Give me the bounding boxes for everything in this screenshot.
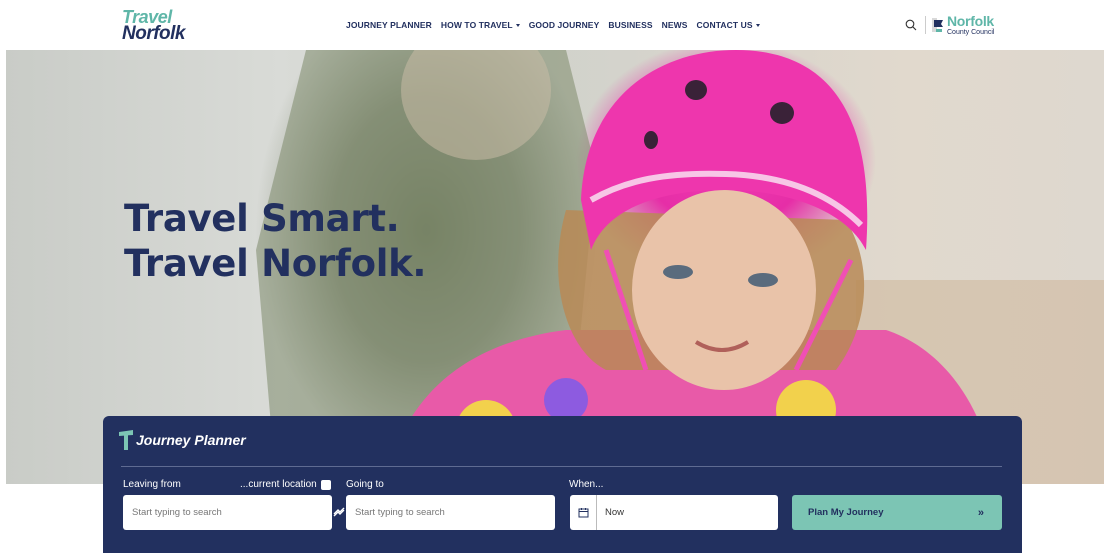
nav-label: BUSINESS [608,20,653,30]
nav-news[interactable]: NEWS [662,20,688,30]
main-nav: JOURNEY PLANNER HOW TO TRAVEL GOOD JOURN… [346,20,760,30]
council-name: Norfolk County Council [947,14,994,36]
calendar-icon [570,495,597,530]
county-council-logo-icon [932,18,943,32]
nav-label: JOURNEY PLANNER [346,20,432,30]
hero-line2: Travel Norfolk. [124,242,427,285]
nav-label: CONTACT US [696,20,753,30]
logo-line2: Norfolk [122,23,186,44]
double-chevron-right-icon: » [977,506,984,519]
divider [121,466,1002,467]
nav-label: NEWS [661,20,688,30]
hero-heading: Travel Smart. Travel Norfolk. [124,196,426,286]
going-to-input[interactable] [346,495,555,530]
hero-line1: Travel Smart. [124,197,400,240]
leaving-from-label: Leaving from [123,479,181,490]
nav-how-to-travel[interactable]: HOW TO TRAVEL [441,20,520,30]
when-value: Now [605,507,625,518]
nav-business[interactable]: BUSINESS [608,20,652,30]
current-location-checkbox[interactable] [320,479,331,490]
nav-good-journey[interactable]: GOOD JOURNEY [529,20,600,30]
when-selector[interactable]: Now [570,495,778,530]
chevron-down-icon [515,23,520,27]
travel-norfolk-logo[interactable]: Travel Norfolk [122,8,194,48]
plan-button-label: Plan My Journey [808,507,884,518]
signpost-icon [119,430,133,450]
nav-label: GOOD JOURNEY [528,20,600,30]
council-line2: County Council [947,29,995,36]
header-divider [925,16,926,34]
nav-journey-planner[interactable]: JOURNEY PLANNER [346,20,432,30]
norfolk-county-council-logo[interactable]: Norfolk County Council [931,14,994,36]
nav-label: HOW TO TRAVEL [440,20,513,30]
journey-planner-header: Journey Planner [117,426,246,450]
search-icon[interactable] [905,19,917,31]
current-location: ...current location [240,479,331,490]
plan-my-journey-button[interactable]: Plan My Journey » [792,495,1002,530]
council-line1: Norfolk [947,13,994,29]
when-label: When... [569,479,604,490]
swap-icon[interactable] [333,506,345,518]
site-header: Travel Norfolk JOURNEY PLANNER HOW TO TR… [0,0,1110,50]
journey-planner: Journey Planner Leaving from ...current … [103,416,1022,553]
page: Travel Norfolk JOURNEY PLANNER HOW TO TR… [0,0,1110,553]
nav-contact-us[interactable]: CONTACT US [697,20,760,30]
going-to-label: Going to [346,479,384,490]
journey-planner-title: Journey Planner [136,432,246,448]
leaving-from-input[interactable] [123,495,332,530]
chevron-down-icon [755,23,760,27]
current-location-label: ...current location [240,479,317,490]
